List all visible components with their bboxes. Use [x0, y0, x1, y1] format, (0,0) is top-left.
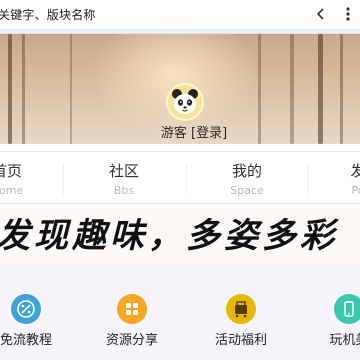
more-button[interactable] [338, 3, 358, 25]
nav-item-bbs[interactable]: 社区 Bbs [79, 152, 169, 205]
nav-item-space[interactable]: 我的 Space [202, 152, 292, 205]
username-label: 游客 [160, 126, 187, 141]
nav-item-label: 发 [350, 162, 360, 180]
search-bar[interactable]: 关键字、版块名称 [0, 0, 360, 30]
login-label[interactable]: [登录] [191, 126, 227, 141]
search-placeholder[interactable]: 关键字、版块名称 [0, 6, 96, 23]
back-button[interactable] [311, 3, 331, 25]
nav-item-sublabel: Space [230, 184, 264, 197]
nav-divider [63, 164, 64, 194]
nav-item-label: 首页 [0, 162, 22, 180]
main-nav: 首页 Home 社区 Bbs 我的 Space 发 Po [0, 151, 360, 204]
nav-item-label: 社区 [108, 162, 139, 180]
slogan-text: 发现趣味，多姿多彩 [0, 216, 338, 256]
nav-item-post[interactable]: 发 Po [313, 152, 360, 205]
nav-divider [186, 164, 187, 194]
quick-links: 免流教程 资源分享 活动福利 玩机 [0, 264, 360, 360]
avatar[interactable] [166, 83, 204, 121]
quick-link-events[interactable]: 活动福利 [196, 294, 286, 348]
quick-link-label: 资源分享 [105, 333, 158, 348]
quick-link-label: 玩机美 [329, 333, 360, 348]
more-vertical-icon [346, 7, 350, 21]
quick-link-traffic-tutorial[interactable]: 免流教程 [0, 294, 71, 348]
app-screen: 关键字、版块名称 游客 [登录] 页 ome 社区 Bbs 我的 Space 发… [0, 0, 360, 360]
percent-ticket-icon [11, 294, 41, 324]
quick-link-label: 活动福利 [214, 333, 267, 348]
phone-icon [334, 294, 360, 324]
quick-link-label: 免流教程 [0, 333, 52, 348]
quick-link-resources[interactable]: 资源分享 [87, 294, 177, 348]
nav-item-label: 我的 [231, 162, 262, 180]
slogan-banner: 发现趣味，多姿多彩 [0, 204, 360, 264]
nav-item-sublabel: Po [351, 184, 360, 197]
quick-link-phone-beauty[interactable]: 玩机美 [304, 294, 360, 348]
nav-item-home[interactable]: 首页 Home [0, 152, 52, 205]
nav-item-sublabel: Bbs [113, 184, 135, 197]
gift-cart-icon [226, 294, 256, 324]
nav-item-sublabel: Home [0, 184, 24, 197]
chevron-left-icon [316, 8, 324, 20]
grid-apps-icon [117, 294, 147, 324]
nav-divider [308, 164, 309, 194]
panda-avatar-icon [172, 89, 198, 114]
login-link[interactable]: 游客 [登录] [0, 122, 360, 141]
